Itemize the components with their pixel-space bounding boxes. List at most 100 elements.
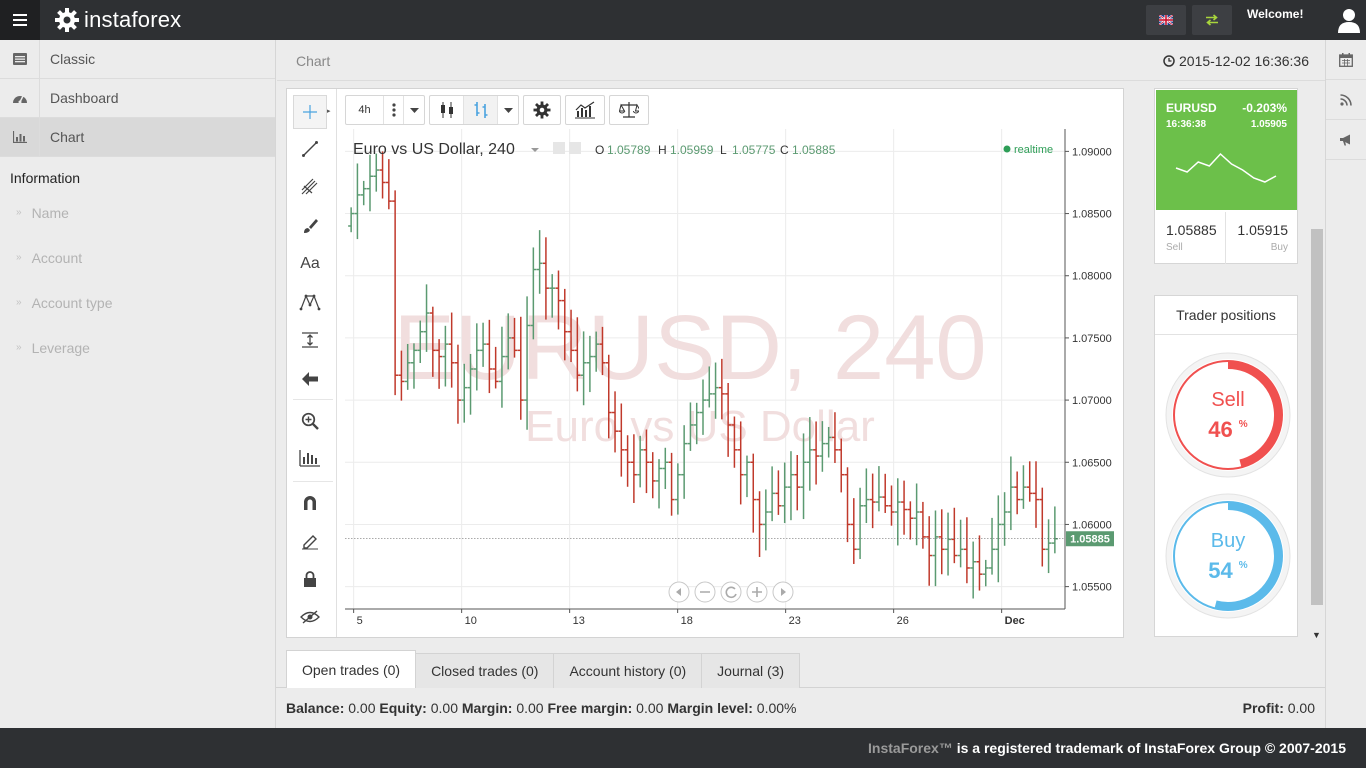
chevron-down-icon[interactable] xyxy=(404,96,424,124)
ohlc-bar xyxy=(1007,456,1014,531)
ruler-icon xyxy=(299,450,320,467)
indicators-button[interactable] xyxy=(566,96,604,124)
sidebar-item-chart[interactable]: Chart xyxy=(0,117,275,157)
buy-label: Buy xyxy=(1270,242,1288,253)
magnet-tool[interactable] xyxy=(293,486,327,520)
sell-sentiment-gauge: Sell 46% xyxy=(1164,351,1292,479)
ohlc-bar xyxy=(649,452,656,499)
user-avatar-icon[interactable] xyxy=(1336,7,1362,33)
indicators-group xyxy=(565,95,605,125)
candlestick-icon xyxy=(440,102,453,118)
hamburger-menu-icon[interactable] xyxy=(0,0,40,40)
quote-price: 1.05905 xyxy=(1250,119,1287,130)
trades-tabs: Open trades (0) Closed trades (0) Accoun… xyxy=(286,650,801,688)
toolbar-divider xyxy=(293,481,333,482)
clock-text: 2015-12-02 16:36:36 xyxy=(1179,53,1309,69)
language-flag-button[interactable] xyxy=(1146,5,1186,35)
server-clock: 2015-12-02 16:36:36 xyxy=(1163,53,1309,69)
scroll-down-arrow-icon[interactable]: ▼ xyxy=(1312,630,1321,640)
time-axis: 5 10 13 18 23 26 Dec xyxy=(353,609,1025,627)
announcements-button[interactable] xyxy=(1326,120,1366,160)
equity-value: 0.00 xyxy=(430,700,458,716)
text-tool[interactable]: Aa xyxy=(293,247,327,281)
tab-account-history[interactable]: Account history (0) xyxy=(553,653,703,688)
switch-account-button[interactable] xyxy=(1192,5,1232,35)
sidebar-item-classic[interactable]: Classic xyxy=(0,39,275,79)
zoom-in-icon xyxy=(301,412,319,430)
hide-drawings-tool[interactable] xyxy=(293,600,327,634)
buy-quote-button[interactable]: 1.05915 Buy xyxy=(1227,212,1297,264)
ohlc-bar xyxy=(938,509,945,575)
calendar-button[interactable] xyxy=(1326,40,1366,80)
info-row-account-type: » Account type xyxy=(0,280,275,325)
ohlc-bar xyxy=(366,154,373,212)
zoom-tool[interactable] xyxy=(293,404,327,438)
equity-label: Equity: xyxy=(379,700,427,716)
x-tick-label: 10 xyxy=(465,615,477,627)
magnet-icon xyxy=(304,496,316,510)
trader-positions-panel: Trader positions Sell 46% Buy 54% xyxy=(1154,295,1298,637)
x-tick-label: 13 xyxy=(573,615,585,627)
sidebar-item-dashboard[interactable]: Dashboard xyxy=(0,78,275,118)
close-value: 1.05885 xyxy=(792,143,836,157)
tab-closed-trades[interactable]: Closed trades (0) xyxy=(415,653,555,688)
ohlc-bar xyxy=(674,463,681,515)
timeframe-button[interactable]: 4h xyxy=(346,96,384,124)
news-feed-button[interactable] xyxy=(1326,80,1366,120)
trend-line-tool[interactable] xyxy=(293,132,327,166)
crosshair-tool[interactable] xyxy=(293,95,327,129)
ohlc-bar xyxy=(945,512,952,576)
settings-button[interactable] xyxy=(524,96,560,124)
info-label: Leverage xyxy=(31,339,90,356)
undo-tool[interactable] xyxy=(293,362,327,396)
pattern-tool[interactable] xyxy=(293,285,327,319)
chevron-right-icon: » xyxy=(16,252,22,263)
profit-summary: Profit: 0.00 xyxy=(1243,700,1315,716)
tab-journal[interactable]: Journal (3) xyxy=(701,653,801,688)
compare-button[interactable] xyxy=(610,96,648,124)
sell-gauge-value: 46% xyxy=(1164,417,1292,443)
more-timeframes-icon[interactable] xyxy=(384,96,404,124)
ohlc-bar xyxy=(951,507,958,564)
chart-navigation xyxy=(668,581,794,603)
logo[interactable]: instaforex xyxy=(54,6,181,34)
page-title: Chart xyxy=(296,53,331,69)
quote-widget[interactable]: EURUSD -0.203% 16:36:38 1.05905 1.05885 … xyxy=(1154,88,1298,264)
fib-tool[interactable] xyxy=(293,170,327,204)
calendar-icon xyxy=(1339,52,1353,67)
chevron-down-icon[interactable] xyxy=(498,96,518,124)
tab-open-trades[interactable]: Open trades (0) xyxy=(286,650,417,688)
ohlc-bar xyxy=(989,517,996,575)
info-row-leverage: » Leverage xyxy=(0,325,275,370)
expand-arrow-icon[interactable]: ▸ xyxy=(327,107,331,115)
trend-line-icon xyxy=(302,141,318,157)
uk-flag-icon xyxy=(1159,15,1173,25)
balance-scale-icon xyxy=(619,102,639,118)
scrollbar-thumb[interactable] xyxy=(1311,229,1323,605)
ohlc-bar xyxy=(787,451,794,521)
ruler-tool[interactable] xyxy=(293,441,327,475)
y-tick-label: 1.07000 xyxy=(1072,395,1112,407)
pencil-lock-icon xyxy=(302,535,318,550)
sell-quote-button[interactable]: 1.05885 Sell xyxy=(1156,212,1226,264)
ohlc-bar xyxy=(656,459,663,509)
arrow-left-icon xyxy=(302,372,318,386)
footer-trademark: InstaForex™ is a registered trademark of… xyxy=(868,740,1346,756)
price-chart[interactable]: EURUSD, 240 Euro vs US Dollar 1.090001.0… xyxy=(345,129,1120,632)
brush-tool[interactable] xyxy=(293,209,327,243)
reset-chart-button[interactable] xyxy=(720,581,742,603)
ohlc-bar xyxy=(875,466,882,512)
candles-button[interactable] xyxy=(430,96,464,124)
measure-tool[interactable] xyxy=(293,323,327,357)
y-tick-label: 1.06000 xyxy=(1072,519,1112,531)
ohlc-bar xyxy=(781,462,788,524)
legend-close-icon[interactable] xyxy=(569,142,581,154)
bars-button[interactable] xyxy=(464,96,498,124)
stay-drawing-tool[interactable] xyxy=(293,524,327,558)
chevron-right-icon: » xyxy=(16,342,22,353)
lock-tool[interactable] xyxy=(293,562,327,596)
legend-settings-icon[interactable] xyxy=(553,142,565,154)
realtime-dot-icon xyxy=(1003,145,1011,153)
ohlc-bar xyxy=(882,473,889,513)
y-tick-label: 1.08500 xyxy=(1072,209,1112,221)
